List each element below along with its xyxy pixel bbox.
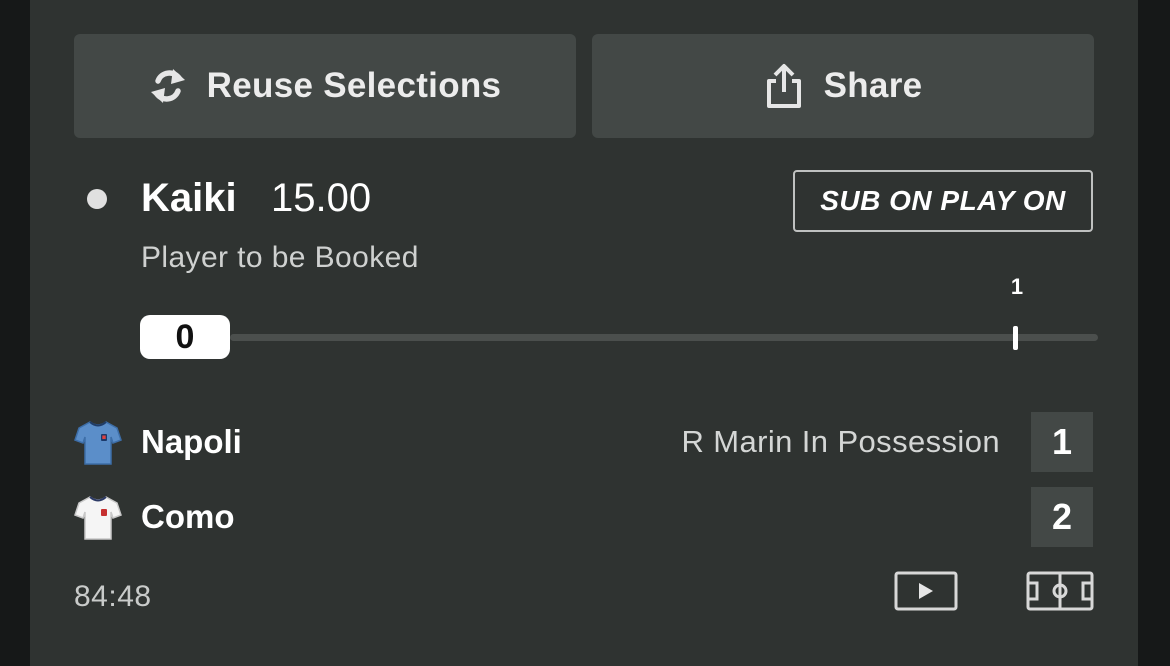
reuse-selections-button[interactable]: Reuse Selections [74,34,576,138]
home-score: 1 [1031,412,1093,472]
pitch-view-icon[interactable] [1026,571,1094,611]
progress-current-value: 0 [140,315,230,359]
como-shirt-icon [74,496,122,540]
progress-target-marker [1013,326,1018,350]
share-label: Share [823,66,923,105]
selection-status-dot [87,189,107,209]
progress-target-label: 1 [1010,274,1024,299]
reuse-selections-label: Reuse Selections [206,66,502,105]
play-video-icon[interactable] [894,571,958,611]
away-score: 2 [1031,487,1093,547]
home-team-name: Napoli [141,423,242,460]
match-clock: 84:48 [74,580,152,613]
sub-on-play-on-badge: SUB ON PLAY ON [793,170,1093,232]
player-name: Kaiki [141,176,237,220]
market-name: Player to be Booked [141,241,419,274]
away-team-name: Como [141,498,235,535]
progress-track [230,334,1098,341]
bet-card: Reuse Selections Share Kaiki 15.00 SUB O… [30,0,1138,666]
refresh-icon [150,69,185,103]
match-status-text: R Marin In Possession [681,424,1000,459]
share-button[interactable]: Share [592,34,1094,138]
napoli-shirt-icon [74,421,122,465]
share-icon [766,64,801,108]
selection-odds: 15.00 [271,176,372,220]
